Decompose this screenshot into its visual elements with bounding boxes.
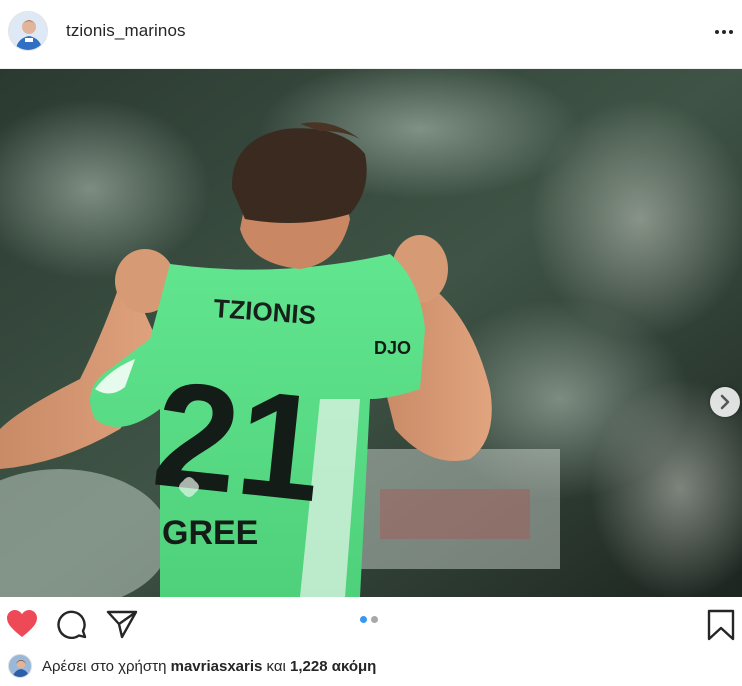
more-options-button[interactable] bbox=[710, 22, 738, 42]
save-button[interactable] bbox=[706, 609, 736, 646]
post-action-bar bbox=[0, 597, 742, 649]
post-username[interactable]: tzionis_marinos bbox=[66, 21, 186, 41]
post-header: tzionis_marinos bbox=[0, 0, 742, 69]
likes-count-link[interactable]: 1,228 ακόμη bbox=[290, 658, 376, 675]
avatar-image bbox=[9, 12, 47, 50]
liker-avatar[interactable] bbox=[8, 654, 32, 678]
carousel-dot bbox=[371, 616, 378, 623]
liker-username[interactable]: mavriasxaris bbox=[171, 658, 263, 675]
post-photo[interactable]: TZIONIS 21 GREE DJO bbox=[0, 69, 742, 597]
jersey-number: 21 bbox=[147, 349, 331, 534]
more-icon-dot bbox=[722, 30, 726, 34]
heart-icon bbox=[7, 610, 37, 637]
comment-button[interactable] bbox=[56, 609, 88, 644]
share-button[interactable] bbox=[106, 609, 138, 644]
profile-avatar[interactable] bbox=[8, 11, 48, 51]
likes-summary: Αρέσει στο χρήστη mavriasxaris και 1,228… bbox=[8, 652, 376, 680]
more-icon bbox=[715, 30, 719, 34]
likes-conjunction: και bbox=[266, 657, 286, 675]
liker-avatar-image bbox=[9, 655, 31, 677]
post-image: TZIONIS 21 GREE DJO bbox=[0, 69, 742, 597]
chevron-right-icon bbox=[720, 394, 730, 410]
carousel-dot-active bbox=[360, 616, 367, 623]
comment-icon bbox=[57, 610, 87, 640]
like-button[interactable] bbox=[6, 609, 38, 644]
carousel-indicator bbox=[360, 616, 378, 623]
more-icon-dot bbox=[729, 30, 733, 34]
next-slide-button[interactable] bbox=[710, 387, 740, 417]
share-icon bbox=[106, 610, 138, 639]
jersey-sponsor: GREE bbox=[162, 514, 258, 552]
jersey-brand: DJO bbox=[374, 338, 411, 358]
likes-prefix: Αρέσει στο χρήστη bbox=[42, 657, 167, 675]
bookmark-icon bbox=[707, 609, 735, 641]
